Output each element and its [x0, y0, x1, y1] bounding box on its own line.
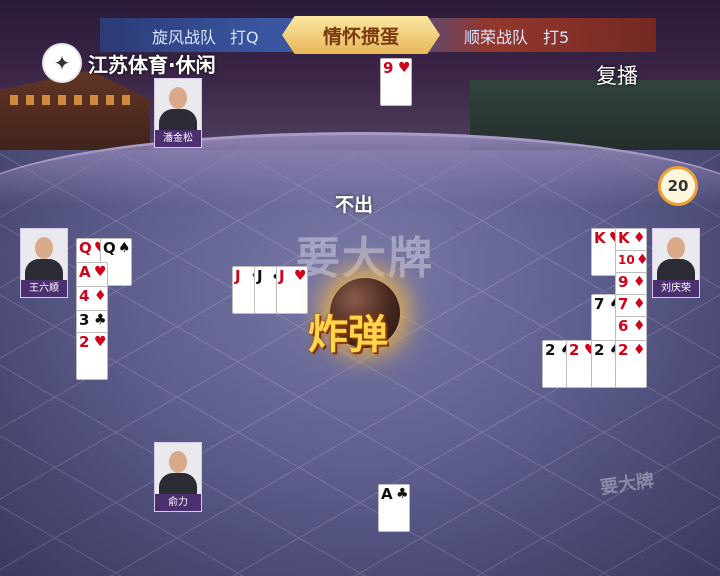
card-suit-icon: ♥: [398, 60, 411, 76]
card-suit-icon: ♥: [94, 334, 107, 350]
avatar-photo: [155, 79, 201, 131]
player-avatar-left[interactable]: 王六顺: [20, 228, 68, 298]
replay-label: 复播: [596, 64, 638, 88]
card-suit-icon: ♣: [94, 312, 107, 328]
card-rank: 3: [79, 311, 90, 329]
card-rank: A: [381, 485, 393, 503]
card-suit-icon: ♦: [636, 252, 649, 268]
card-rank: 2: [79, 333, 90, 351]
card-rank: 2: [618, 341, 629, 359]
channel-logo: ✦ 江苏体育·休闲: [42, 43, 216, 83]
avatar-photo: [21, 229, 67, 281]
avatar-photo: [155, 443, 201, 495]
playing-card: 2 ♦: [615, 340, 647, 388]
player-avatar-top[interactable]: 潘金松: [154, 78, 202, 148]
background-lanterns: [10, 95, 130, 105]
playing-card: 2♥: [76, 332, 108, 380]
player-name-bottom: 俞力: [155, 494, 201, 511]
game-table: 旋风战队 打Q 情怀掼蛋 顺荣战队 打5 ✦ 江苏体育·休闲 复播 潘金松 王六…: [0, 0, 720, 576]
player-name-top: 潘金松: [155, 130, 201, 147]
card-rank: 7: [594, 295, 605, 313]
right-team-name: 顺荣战队: [464, 28, 529, 47]
bomb-effect-label: 炸弹: [308, 312, 388, 358]
card-rank: A: [79, 263, 91, 281]
playing-card: A ♣: [378, 484, 410, 532]
player-name-right: 刘庆荣: [653, 280, 699, 297]
card-rank: 2: [569, 341, 580, 359]
player-avatar-bottom[interactable]: 俞力: [154, 442, 202, 512]
turn-timer: 20: [667, 177, 689, 195]
playing-card: J ♥: [276, 266, 308, 314]
card-rank: J: [235, 267, 241, 285]
card-rank: 9: [383, 59, 394, 77]
card-rank: Q: [103, 239, 116, 257]
game-title: 情怀掼蛋: [322, 25, 399, 48]
card-suit-icon: ♦: [633, 296, 646, 312]
card-suit-icon: ♦: [633, 342, 646, 358]
card-suit-icon: ♦: [633, 274, 646, 290]
card-rank: 7: [618, 295, 629, 313]
player-name-left: 王六顺: [21, 280, 67, 297]
card-suit-icon: ♠: [118, 240, 131, 256]
card-suit-icon: ♦: [633, 318, 646, 334]
card-rank: 2: [545, 341, 556, 359]
card-suit-icon: ♥: [294, 268, 307, 284]
card-rank: J: [257, 267, 263, 285]
channel-logo-text: 江苏体育·休闲: [88, 52, 216, 77]
game-title-plate: 情怀掼蛋: [282, 16, 440, 54]
card-rank: 4: [79, 287, 90, 305]
table-watermark: 要大牌: [296, 233, 434, 284]
card-rank: Q: [79, 239, 92, 257]
card-suit-icon: ♣: [396, 486, 409, 502]
right-team-level: 打5: [543, 28, 570, 47]
card-rank: 6: [618, 317, 629, 335]
card-rank: K: [594, 229, 606, 247]
card-suit-icon: ♥: [94, 264, 107, 280]
card-rank: 10: [618, 253, 635, 267]
left-team-level: 打Q: [230, 28, 259, 47]
card-rank: 2: [594, 341, 605, 359]
player-avatar-right[interactable]: 刘庆荣: [652, 228, 700, 298]
pass-label: 不出: [335, 194, 374, 216]
card-rank: J: [279, 267, 285, 285]
channel-logo-icon: ✦: [42, 43, 82, 83]
card-suit-icon: ♦: [633, 230, 646, 246]
card-rank: 9: [618, 273, 629, 291]
card-suit-icon: ♦: [94, 288, 107, 304]
card-rank: K: [618, 229, 630, 247]
playing-card: 9 ♥: [380, 58, 412, 106]
alarm-clock-icon: 20: [658, 166, 698, 206]
avatar-photo: [653, 229, 699, 281]
